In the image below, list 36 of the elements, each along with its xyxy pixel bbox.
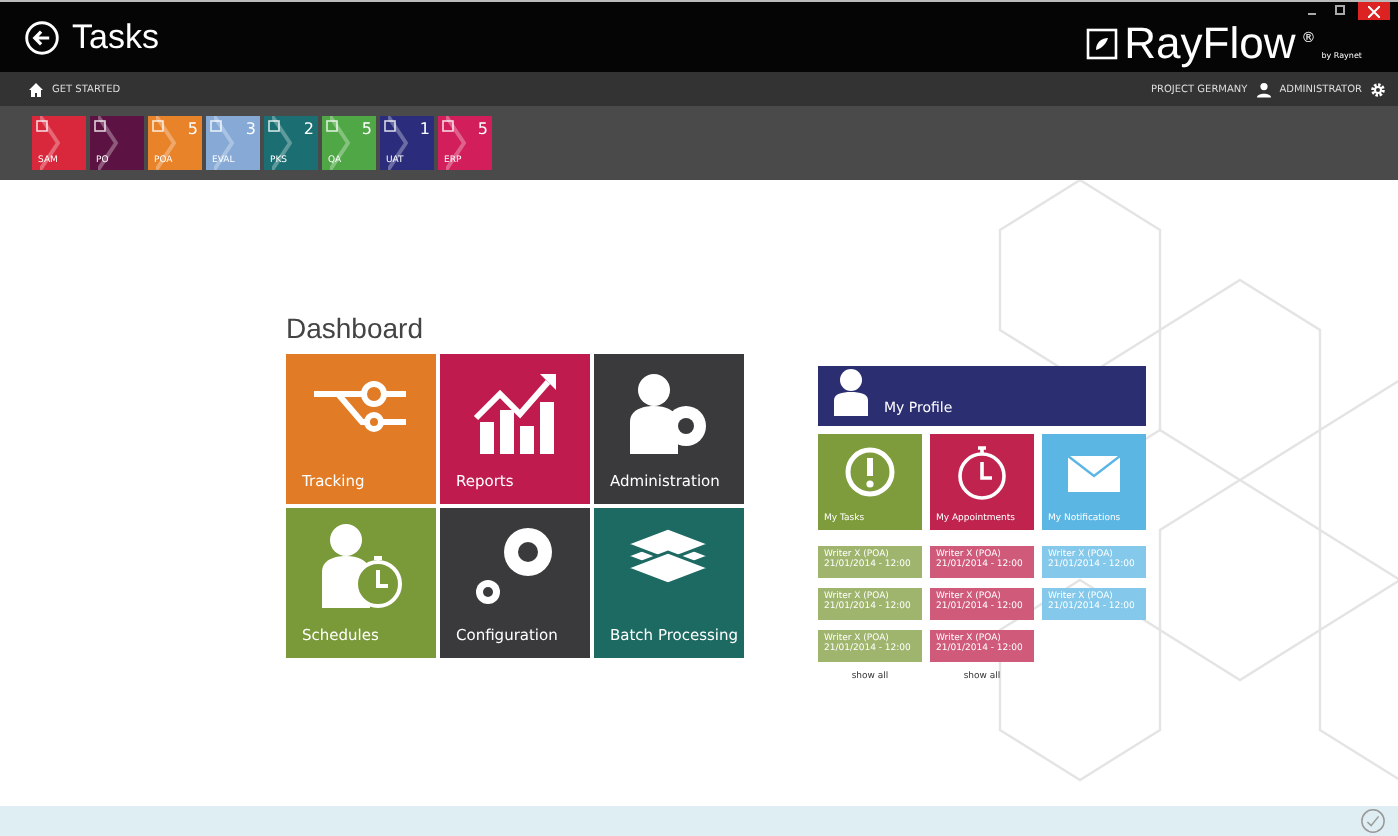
task-icon (442, 120, 454, 132)
task-icon (268, 120, 280, 132)
chevron-icon (272, 116, 292, 170)
task-icon (94, 120, 106, 132)
close-button[interactable] (1358, 2, 1390, 20)
task-count: 5 (187, 122, 198, 138)
chevron-icon (98, 116, 118, 170)
person-icon (834, 368, 868, 416)
close-icon (1368, 5, 1380, 17)
task-count: 2 (303, 122, 314, 138)
chevron-icon (330, 116, 350, 170)
chevron-icon (446, 116, 466, 170)
task-count: 5 (361, 122, 372, 138)
task-count: 1 (419, 122, 430, 138)
task-count: 5 (477, 122, 488, 138)
window-title: Tasks (72, 17, 159, 57)
chevron-icon (156, 116, 176, 170)
chevron-icon (388, 116, 408, 170)
task-count: 3 (245, 122, 256, 138)
task-icon (36, 120, 48, 132)
chevron-icon (40, 116, 60, 170)
task-icon (152, 120, 164, 132)
exclamation-icon (842, 442, 898, 502)
restore-icon[interactable] (1330, 2, 1350, 18)
dashboard-title: Dashboard (286, 312, 425, 344)
chevron-icon (214, 116, 234, 170)
settings-icon[interactable] (1370, 81, 1386, 97)
stopwatch-icon (954, 442, 1010, 502)
brand-name: RayFlow (1124, 21, 1296, 65)
logo-icon (1086, 27, 1119, 59)
task-icon (210, 120, 222, 132)
home-icon[interactable] (28, 81, 44, 97)
task-icon (326, 120, 338, 132)
check-circle-icon[interactable] (1360, 808, 1386, 834)
task-icon (384, 120, 396, 132)
user-icon (1255, 81, 1272, 97)
